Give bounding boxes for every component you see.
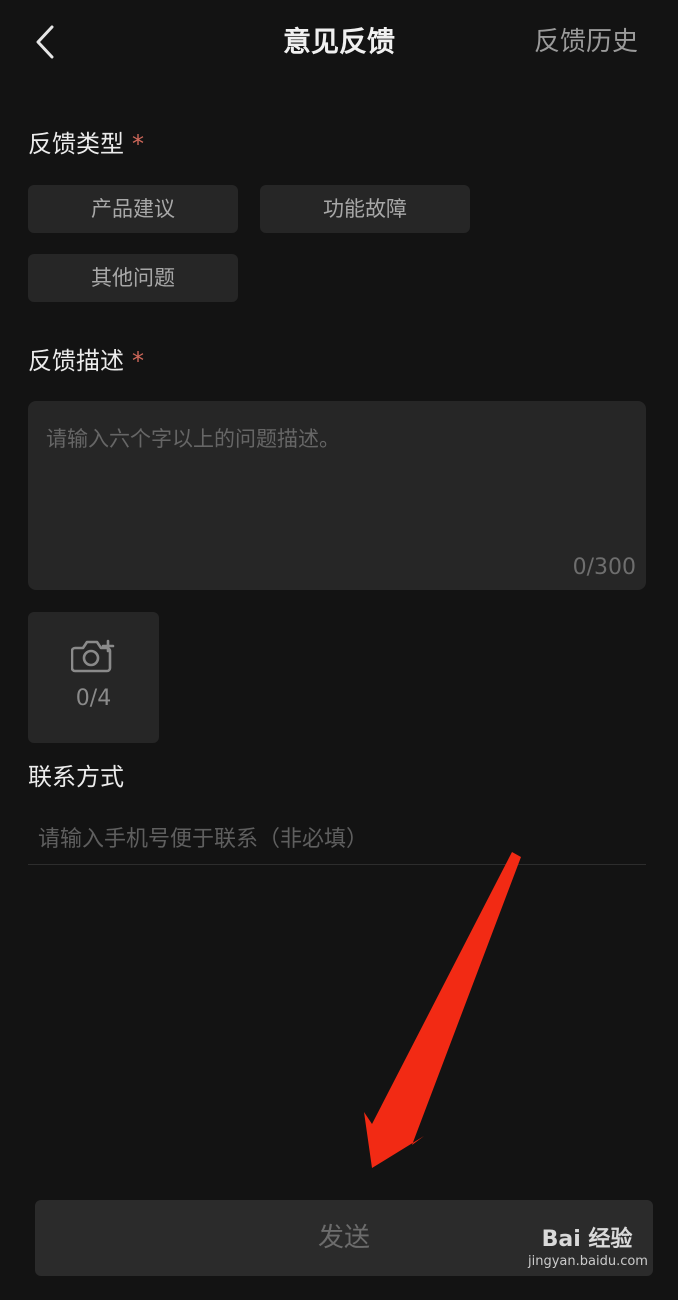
contact-label: 联系方式 xyxy=(28,763,124,791)
type-option-function-fault[interactable]: 功能故障 xyxy=(260,185,470,233)
arrow-icon xyxy=(364,852,521,1168)
description-char-counter: 0/300 xyxy=(572,555,636,580)
type-option-product-suggestion[interactable]: 产品建议 xyxy=(28,185,238,233)
contact-field xyxy=(28,814,646,865)
camera-add-icon xyxy=(71,639,115,673)
feedback-history-link[interactable]: 反馈历史 xyxy=(534,22,638,62)
baidu-jingyan-watermark: Bai 经验 jingyan.baidu.com xyxy=(528,1226,648,1270)
feedback-type-label: 反馈类型 * xyxy=(28,127,144,161)
watermark-logo: Bai 经验 xyxy=(541,1227,633,1252)
feedback-description-label: 反馈描述 * xyxy=(28,344,144,378)
feedback-description-label-text: 反馈描述 xyxy=(28,347,124,375)
description-textarea[interactable] xyxy=(28,401,646,590)
description-field: 0/300 xyxy=(28,401,646,590)
watermark-url: jingyan.baidu.com xyxy=(528,1254,648,1269)
required-mark: * xyxy=(132,347,144,375)
required-mark: * xyxy=(132,130,144,158)
chevron-left-icon xyxy=(36,25,54,59)
feedback-type-label-text: 反馈类型 xyxy=(28,130,124,158)
contact-input[interactable] xyxy=(28,814,646,864)
back-button[interactable] xyxy=(28,22,62,62)
photo-upload-button[interactable]: 0/4 xyxy=(28,612,159,743)
type-option-other-issue[interactable]: 其他问题 xyxy=(28,254,238,302)
photo-counter: 0/4 xyxy=(75,686,112,711)
